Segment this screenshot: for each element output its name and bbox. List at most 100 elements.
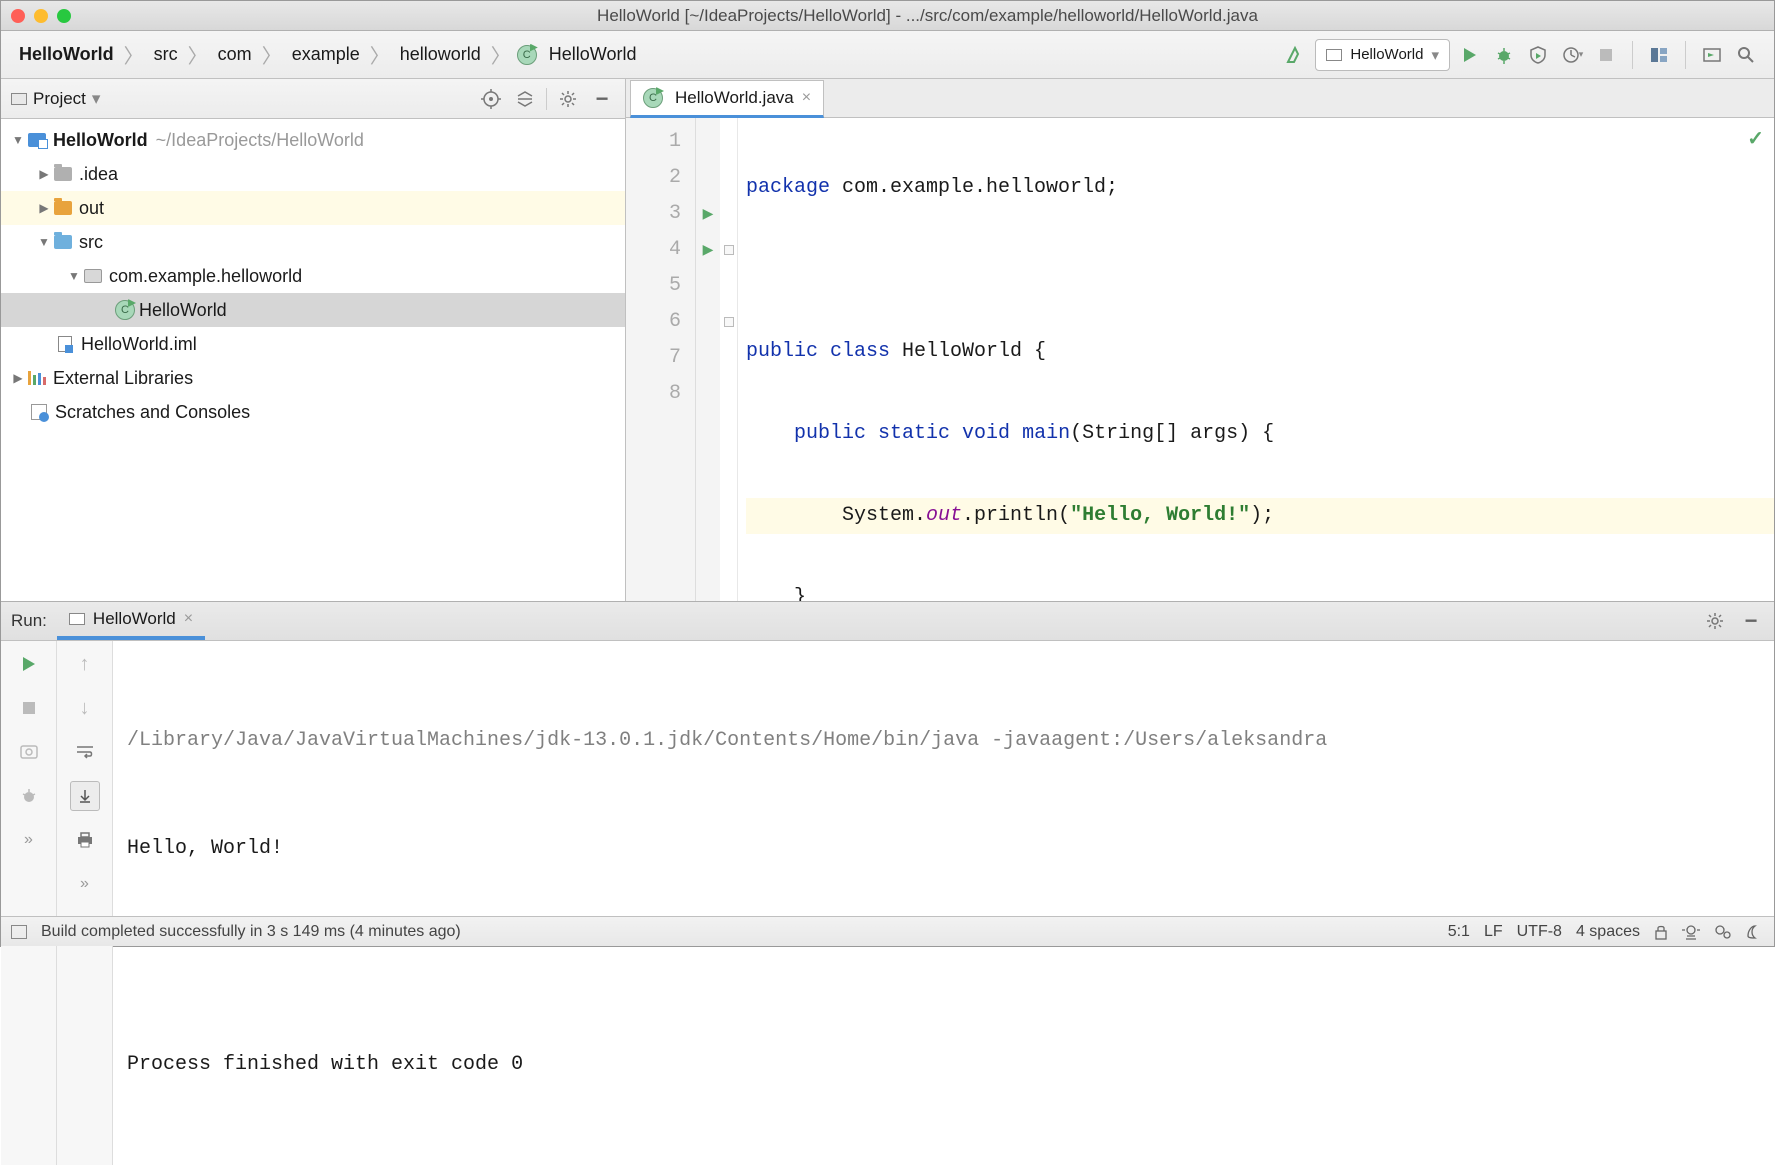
expand-toggle[interactable]: ▼	[9, 133, 27, 147]
breadcrumb-example[interactable]: example	[288, 42, 364, 67]
console-exit: Process finished with exit code 0	[127, 1047, 1760, 1083]
tree-label: src	[79, 232, 103, 253]
code-text: System.	[746, 504, 926, 527]
chevron-right-icon: 〉	[124, 40, 144, 69]
run-settings-button[interactable]	[1702, 608, 1728, 634]
source-folder-icon	[53, 234, 73, 250]
breadcrumb-class[interactable]: HelloWorld	[545, 42, 641, 67]
background-tasks-button[interactable]	[1714, 924, 1732, 940]
expand-toggle[interactable]: ▶	[35, 167, 53, 181]
close-tab-button[interactable]: ×	[184, 610, 193, 628]
ide-features-button[interactable]	[1682, 924, 1700, 940]
run-toolbar-right: ↑ ↓ »	[57, 641, 113, 1165]
module-icon	[27, 132, 47, 148]
minimize-window-button[interactable]	[34, 9, 48, 23]
breadcrumb-com[interactable]: com	[214, 42, 256, 67]
more-button[interactable]: »	[14, 825, 44, 855]
hide-run-panel-button[interactable]: −	[1738, 608, 1764, 634]
profile-button[interactable]: ▾	[1558, 41, 1586, 69]
run-button[interactable]	[1456, 41, 1484, 69]
zoom-window-button[interactable]	[57, 9, 71, 23]
tree-path: ~/IdeaProjects/HelloWorld	[156, 130, 364, 151]
fold-toggle[interactable]	[720, 232, 737, 268]
code-area[interactable]: package com.example.helloworld; public c…	[738, 118, 1774, 601]
soft-wrap-button[interactable]	[70, 737, 100, 767]
more-button[interactable]: »	[70, 869, 100, 899]
tree-external-libraries[interactable]: ▶ External Libraries	[1, 361, 625, 395]
run-line-marker[interactable]: ▶	[696, 232, 720, 268]
project-structure-button[interactable]	[1645, 41, 1673, 69]
tree-idea-folder[interactable]: ▶ .idea	[1, 157, 625, 191]
print-button[interactable]	[70, 825, 100, 855]
expand-toggle[interactable]: ▶	[35, 201, 53, 215]
class-icon: C	[115, 300, 135, 320]
code-keyword: public	[746, 422, 866, 445]
coverage-button[interactable]	[1524, 41, 1552, 69]
tree-iml-file[interactable]: HelloWorld.iml	[1, 327, 625, 361]
editor-body[interactable]: ✓ 12345678 ▶ ▶ package com.example.hello…	[626, 118, 1774, 601]
tree-label: HelloWorld	[53, 130, 148, 151]
editor-tab-helloworld[interactable]: C HelloWorld.java ×	[630, 80, 824, 118]
collapse-all-button[interactable]	[512, 86, 538, 112]
run-anything-button[interactable]	[1698, 41, 1726, 69]
code-text: com.example.helloworld;	[830, 176, 1118, 199]
breadcrumb-helloworld-pkg[interactable]: helloworld	[396, 42, 485, 67]
up-stack-button[interactable]: ↑	[70, 649, 100, 679]
breadcrumb-project[interactable]: HelloWorld	[15, 42, 118, 67]
debug-button[interactable]	[1490, 41, 1518, 69]
run-tab-helloworld[interactable]: HelloWorld ×	[57, 602, 205, 640]
run-line-gutter[interactable]: ▶ ▶	[696, 118, 720, 601]
run-line-marker[interactable]: ▶	[696, 196, 720, 232]
dump-threads-button[interactable]	[14, 737, 44, 767]
chevron-right-icon: 〉	[188, 40, 208, 69]
project-tree[interactable]: ▼ HelloWorld ~/IdeaProjects/HelloWorld ▶…	[1, 119, 625, 601]
settings-button[interactable]	[555, 86, 581, 112]
down-stack-button[interactable]: ↓	[70, 693, 100, 723]
status-build-message: Build completed successfully in 3 s 149 …	[41, 923, 461, 941]
project-panel-title[interactable]: Project ▾	[11, 89, 470, 109]
chevron-right-icon: 〉	[262, 40, 282, 69]
line-separator[interactable]: LF	[1484, 923, 1503, 941]
chevron-down-icon: ▾	[1431, 46, 1439, 64]
expand-toggle[interactable]: ▼	[65, 269, 83, 283]
tree-label: External Libraries	[53, 368, 193, 389]
indent-settings[interactable]: 4 spaces	[1576, 923, 1640, 941]
tree-src-folder[interactable]: ▼ src	[1, 225, 625, 259]
tree-root[interactable]: ▼ HelloWorld ~/IdeaProjects/HelloWorld	[1, 123, 625, 157]
breadcrumb-src[interactable]: src	[150, 42, 182, 67]
build-button[interactable]	[1281, 41, 1309, 69]
rerun-button[interactable]	[14, 649, 44, 679]
memory-indicator[interactable]	[1746, 924, 1764, 940]
close-tab-button[interactable]: ×	[802, 89, 811, 107]
fold-toggle[interactable]	[720, 304, 737, 340]
tree-out-folder[interactable]: ▶ out	[1, 191, 625, 225]
file-encoding[interactable]: UTF-8	[1517, 923, 1562, 941]
console-output[interactable]: /Library/Java/JavaVirtualMachines/jdk-13…	[113, 641, 1774, 1165]
run-tool-window: Run: HelloWorld × − »	[1, 601, 1774, 916]
scroll-to-end-button[interactable]	[70, 781, 100, 811]
stop-button[interactable]	[14, 693, 44, 723]
run-toolbar-left: »	[1, 641, 57, 1165]
stop-button[interactable]	[1592, 41, 1620, 69]
hide-panel-button[interactable]: −	[589, 86, 615, 112]
window-title: HelloWorld [~/IdeaProjects/HelloWorld] -…	[91, 6, 1764, 26]
readonly-toggle[interactable]	[1654, 924, 1668, 940]
tree-package[interactable]: ▼ com.example.helloworld	[1, 259, 625, 293]
select-opened-file-button[interactable]	[478, 86, 504, 112]
tree-scratches[interactable]: Scratches and Consoles	[1, 395, 625, 429]
chevron-down-icon: ▾	[1579, 49, 1584, 60]
caret-position[interactable]: 5:1	[1448, 923, 1470, 941]
main-toolbar: HelloWorld 〉 src 〉 com 〉 example 〉 hello…	[1, 31, 1774, 79]
expand-toggle[interactable]: ▶	[9, 371, 27, 385]
tool-windows-button[interactable]	[11, 925, 27, 939]
code-keyword: package	[746, 176, 830, 199]
expand-toggle[interactable]: ▼	[35, 235, 53, 249]
run-config-selector[interactable]: HelloWorld ▾	[1315, 39, 1450, 71]
tree-class-helloworld[interactable]: C HelloWorld	[1, 293, 625, 327]
fold-gutter[interactable]	[720, 118, 738, 601]
search-everywhere-button[interactable]	[1732, 41, 1760, 69]
close-window-button[interactable]	[11, 9, 25, 23]
tree-label: HelloWorld.iml	[81, 334, 197, 355]
exit-button[interactable]	[14, 781, 44, 811]
line-number-gutter[interactable]: 12345678	[626, 118, 696, 601]
